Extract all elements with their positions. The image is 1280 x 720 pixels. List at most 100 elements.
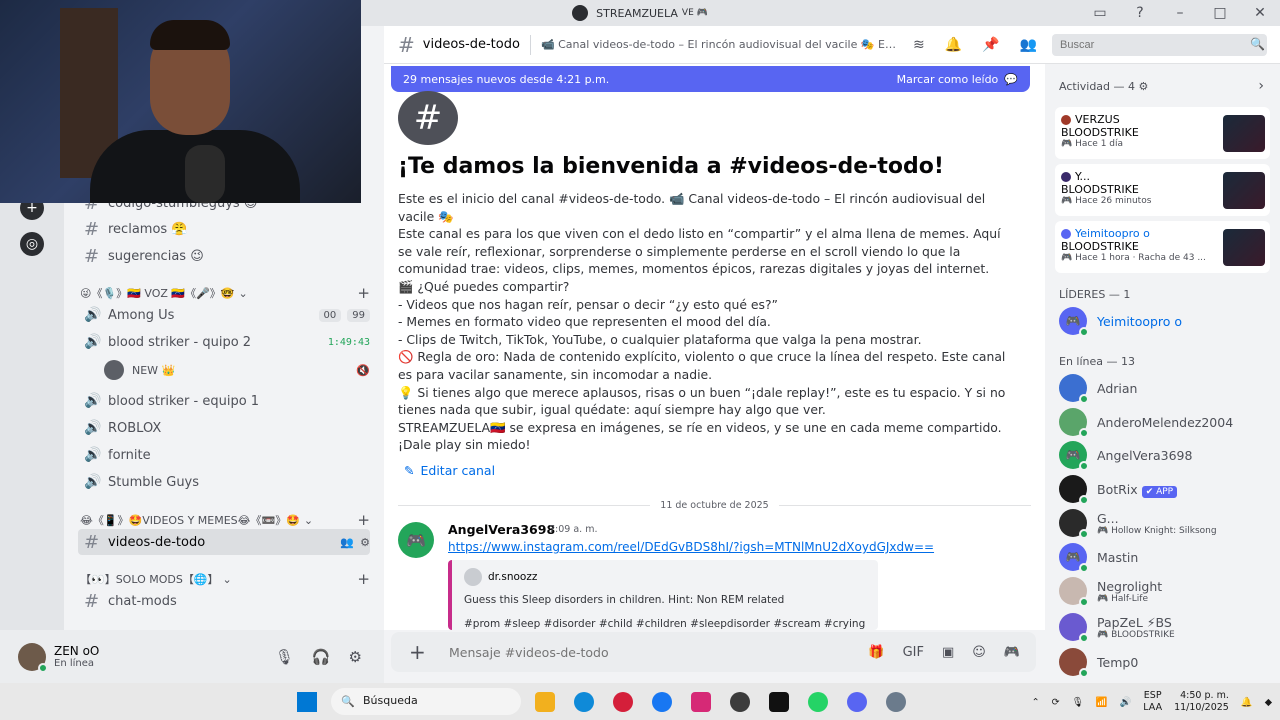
voice-category[interactable]: 😜《🎙️》🇻🇪 VOZ 🇻🇪《🎤》🤓 ⌄ + — [78, 284, 370, 302]
voice-channel-stumble-guys[interactable]: 🔊 Stumble Guys — [78, 469, 370, 495]
maximize-button[interactable]: □ — [1200, 0, 1240, 26]
microphone-icon[interactable]: 🎙 — [1072, 697, 1084, 708]
voice-channel-blood-striker-2[interactable]: 🔊 blood striker - quipo 2 1:49:43 — [78, 329, 370, 355]
chat-area: 29 mensajes nuevos desde 4:21 p.m. Marca… — [384, 64, 1045, 630]
edit-channel-link[interactable]: ✎ Editar canal — [404, 463, 495, 478]
sticker-icon[interactable]: ▣ — [942, 645, 954, 660]
activities-icon[interactable]: 🎮 — [1004, 645, 1020, 660]
gif-icon[interactable]: GIF — [903, 645, 924, 660]
whatsapp-icon[interactable] — [808, 692, 828, 712]
status-dot — [1079, 327, 1089, 337]
welcome-line: - Clips de Twitch, TikTok, YouTube, o cu… — [398, 331, 922, 347]
channel-name: videos-de-todo — [422, 37, 520, 52]
voice-channel-blood-striker-1[interactable]: 🔊 blood striker - equipo 1 — [78, 388, 370, 414]
members-icon[interactable]: 👥 — [1020, 37, 1037, 53]
game-thumbnail — [1223, 172, 1265, 209]
member-item[interactable]: Adrian — [1059, 371, 1274, 405]
mark-read-button[interactable]: Marcar como leído — [897, 73, 999, 86]
message-input[interactable] — [449, 644, 829, 660]
chatgpt-icon[interactable] — [730, 692, 750, 712]
facebook-icon[interactable] — [652, 692, 672, 712]
opera-icon[interactable] — [613, 692, 633, 712]
threads-icon[interactable]: ≋ — [913, 37, 925, 53]
headphones-icon[interactable]: 🎧 — [312, 648, 331, 666]
message-link[interactable]: https://www.instagram.com/reel/DEdGvBDS8… — [448, 540, 934, 554]
user-name[interactable]: ZEN oO — [54, 644, 99, 658]
channel-label: Among Us — [108, 307, 175, 323]
channel-topic[interactable]: 📹 Canal videos-de-todo – El rincón audio… — [541, 38, 901, 51]
notification-bell-icon[interactable]: 🔔 — [1241, 697, 1253, 708]
search-input[interactable] — [1052, 34, 1267, 56]
emoji-icon[interactable]: ☺ — [972, 645, 986, 660]
bell-icon[interactable]: 🔔 — [945, 37, 962, 53]
avatar[interactable] — [18, 642, 48, 673]
edge-icon[interactable] — [574, 692, 594, 712]
file-explorer-icon[interactable] — [535, 692, 555, 712]
activity-card[interactable]: Y... BLOODSTRIKE 🎮 Hace 26 minutos — [1055, 164, 1270, 216]
member-name: AngelVera3698 — [1097, 447, 1193, 463]
embed-author[interactable]: dr.snoozz — [464, 568, 866, 586]
channel-sugerencias[interactable]: # sugerencias 😉 — [78, 243, 370, 269]
member-item[interactable]: AnderoMelendez2004 — [1059, 405, 1274, 439]
member-item[interactable]: 🎮 Mastin — [1059, 540, 1274, 574]
close-button[interactable]: ✕ — [1240, 0, 1280, 26]
speaker-icon: 🔊 — [84, 334, 102, 350]
add-channel-icon[interactable]: + — [357, 511, 370, 529]
chevron-right-icon[interactable]: › — [1258, 78, 1264, 94]
member-item[interactable]: BotRix ✔ APP — [1059, 472, 1274, 506]
activity-card[interactable]: Yeimitoopro o BLOODSTRIKE 🎮 Hace 1 hora … — [1055, 221, 1270, 273]
channel-reclamos[interactable]: # reclamos 😤 — [78, 216, 370, 242]
member-item[interactable]: 🎮 Yeimitoopro o — [1059, 304, 1274, 338]
mods-category[interactable]: 【👀】SOLO MODS【🌐】 ⌄ + — [78, 570, 370, 588]
voice-user[interactable]: NEW 👑 🔇 — [104, 358, 370, 382]
inbox-icon[interactable]: ▭ — [1080, 0, 1120, 26]
gear-icon[interactable]: ⚙ — [360, 536, 370, 549]
settings-icon[interactable] — [886, 692, 906, 712]
voice-channel-roblox[interactable]: 🔊 ROBLOX — [78, 415, 370, 441]
activity-card[interactable]: VERZUS BLOODSTRIKE 🎮 Hace 1 día — [1055, 107, 1270, 159]
add-channel-icon[interactable]: + — [357, 570, 370, 588]
invite-icon[interactable]: 👥 — [340, 536, 354, 549]
wifi-icon[interactable]: 📶 — [1096, 697, 1108, 708]
add-channel-icon[interactable]: + — [357, 284, 370, 302]
channel-videos-de-todo[interactable]: # videos-de-todo 👥 ⚙ — [78, 529, 370, 555]
pin-icon[interactable]: 📌 — [982, 37, 999, 53]
avatar — [1061, 171, 1071, 182]
minimize-button[interactable]: – — [1160, 0, 1200, 26]
volume-icon[interactable]: 🔊 — [1119, 697, 1131, 708]
member-item[interactable]: PapZeL ⚡BS 🎮 BLOODSTRIKE — [1059, 610, 1274, 644]
channel-chat-mods[interactable]: # chat-mods — [78, 588, 370, 614]
new-messages-bar[interactable]: 29 mensajes nuevos desde 4:21 p.m. Marca… — [391, 66, 1030, 92]
clock[interactable]: 4:50 p. m. 11/10/2025 — [1174, 690, 1229, 714]
microphone-icon[interactable]: 🎙 — [275, 648, 294, 666]
member-item[interactable]: G... 🎮 Hollow Knight: Silksong — [1059, 506, 1274, 540]
avatar — [1059, 509, 1089, 539]
help-icon[interactable]: ? — [1120, 0, 1160, 26]
voice-channel-fornite[interactable]: 🔊 fornite — [78, 442, 370, 468]
member-item[interactable]: Negrolight 🎮 Half-Life — [1059, 574, 1274, 608]
avatar[interactable]: 🎮 — [398, 522, 434, 558]
windows-start-icon[interactable] — [297, 692, 317, 712]
sync-icon[interactable]: ⟳ — [1052, 697, 1060, 708]
hash-icon: # — [84, 245, 100, 267]
discord-icon[interactable] — [847, 692, 867, 712]
channel-label: fornite — [108, 447, 151, 463]
gear-icon[interactable]: ⚙ — [349, 648, 362, 666]
copilot-icon[interactable]: ◆ — [1265, 697, 1272, 708]
chevron-up-icon[interactable]: ⌃ — [1032, 697, 1040, 708]
gift-icon[interactable]: 🎁 — [868, 645, 884, 660]
member-item[interactable]: Temp0 — [1059, 645, 1274, 679]
voice-channel-among-us[interactable]: 🔊 Among Us 00 99 — [78, 302, 370, 328]
attach-icon[interactable]: + — [409, 640, 437, 664]
member-item[interactable]: 🎮 AngelVera3698 — [1059, 438, 1274, 472]
language-indicator[interactable]: ESP LAA — [1143, 690, 1162, 714]
message-author[interactable]: AngelVera3698 — [448, 522, 555, 537]
search-icon: 🔍 — [341, 695, 355, 708]
status-dot — [1079, 668, 1089, 678]
tiktok-icon[interactable] — [769, 692, 789, 712]
taskbar-search[interactable]: Búsqueda — [331, 688, 521, 715]
discover-icon[interactable]: ◎ — [20, 232, 44, 256]
user-count: 00 — [318, 308, 342, 322]
videos-category[interactable]: 😂《📱》🤩VIDEOS Y MEMES😂《📼》🤩 ⌄ + — [78, 511, 370, 529]
instagram-icon[interactable] — [691, 692, 711, 712]
